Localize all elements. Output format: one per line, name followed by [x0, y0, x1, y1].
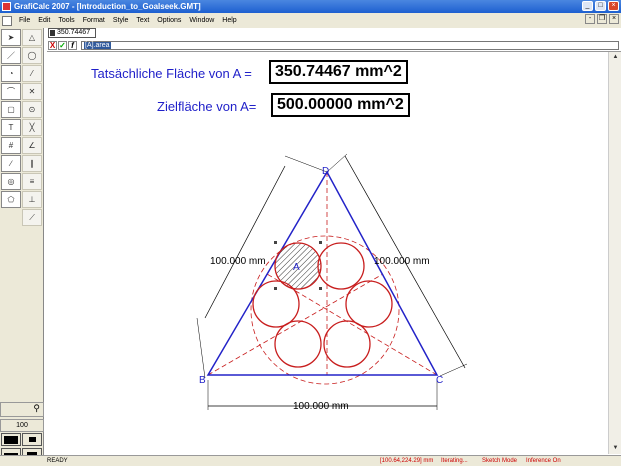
dim-bottom-label[interactable]: 100.000 mm [293, 401, 349, 412]
horizontal-lines-tool[interactable]: ≡ [22, 173, 42, 190]
doc-minimize-button[interactable]: - [585, 14, 595, 24]
edit-row: X ✓ f [A].area [47, 40, 621, 52]
cross-tool[interactable]: ╳ [22, 119, 42, 136]
menu-window[interactable]: Window [185, 17, 218, 24]
status-inference: Inference On [526, 458, 561, 464]
value-display[interactable]: 350.74467 [48, 28, 96, 38]
maximize-button[interactable]: □ [595, 1, 606, 11]
value-display-text: 350.74467 [57, 29, 91, 36]
app-icon [2, 2, 11, 11]
tangent-tool[interactable]: ✕ [22, 83, 42, 100]
menu-bar: File Edit Tools Format Style Text Option… [0, 13, 621, 28]
dim-right-label[interactable]: 100.000 mm [374, 256, 430, 267]
formula-text: [A].area [84, 42, 111, 49]
menu-style[interactable]: Style [109, 17, 133, 24]
parallel-tool[interactable]: ∥ [22, 155, 42, 172]
circle-bottom-right[interactable] [323, 320, 371, 368]
circle-a-label: A [293, 262, 300, 273]
diagonal-tool[interactable]: ∕ [1, 155, 21, 172]
value-icon [50, 30, 55, 36]
vertical-scrollbar[interactable]: ▲ ▼ [608, 52, 621, 454]
menu-help[interactable]: Help [218, 17, 240, 24]
text-tool[interactable]: T [1, 119, 21, 136]
vertex-b-label: B [199, 375, 206, 386]
circle-bottom-left[interactable] [274, 320, 322, 368]
menu-edit[interactable]: Edit [34, 17, 54, 24]
polygon-tool[interactable]: ⬠ [1, 191, 21, 208]
tool-palette: ➤ △ ／ ◯ ◔ ⁄ ⌒ ✕ ▢ ⊙ T ╳ # ∠ ∕ ∥ ◎ ≡ ⬠ ⊥ … [0, 28, 44, 461]
scroll-down-icon[interactable]: ▼ [609, 443, 621, 454]
menu-file[interactable]: File [15, 17, 34, 24]
cancel-x-icon[interactable]: X [48, 41, 57, 50]
scroll-up-icon[interactable]: ▲ [609, 52, 621, 63]
vertex-c-label: C [436, 375, 443, 386]
rounded-rect-tool[interactable]: ▢ [1, 101, 21, 118]
perpendicular-tool[interactable]: ⊥ [22, 191, 42, 208]
status-bar: READY [100.64,224.29] mm Iterating... Sk… [0, 455, 621, 466]
construction-lines [207, 172, 438, 385]
skew-tool[interactable]: ⟋ [22, 209, 42, 226]
line-tool[interactable]: ／ [1, 47, 21, 64]
close-button[interactable]: × [608, 1, 619, 11]
geometry-drawing: D B C A 100.000 mm 100.000 mm 100.000 mm [196, 153, 468, 412]
circle-top-right[interactable] [317, 242, 365, 290]
select-arrow-tool[interactable]: ➤ [1, 29, 21, 46]
menu-tools[interactable]: Tools [54, 17, 78, 24]
zoom-tool[interactable]: ⚲ [0, 402, 44, 417]
doc-close-button[interactable]: × [609, 14, 619, 24]
fill-color-swatch[interactable] [1, 433, 21, 446]
menu-text[interactable]: Text [132, 17, 153, 24]
triangle-outline-tool[interactable]: △ [22, 29, 42, 46]
formula-input[interactable]: [A].area [81, 41, 619, 50]
status-sketch-mode: Sketch Mode [482, 458, 518, 464]
dim-left-label[interactable]: 100.000 mm [210, 256, 266, 267]
menu-format[interactable]: Format [79, 17, 109, 24]
slash-tool[interactable]: ⁄ [22, 65, 42, 82]
circle-tool[interactable]: ◯ [22, 47, 42, 64]
status-ready: READY [47, 458, 68, 464]
circle-center-tool[interactable]: ⊙ [22, 101, 42, 118]
status-coordinates: [100.64,224.29] mm [380, 458, 434, 464]
document-icon[interactable] [2, 15, 12, 26]
menu-options[interactable]: Options [153, 17, 185, 24]
minimize-button[interactable]: _ [582, 1, 593, 11]
doc-restore-button[interactable]: ❐ [597, 14, 607, 24]
curve-tool[interactable]: ⌒ [1, 83, 21, 100]
line-color-swatch[interactable] [22, 433, 42, 446]
circle-mid-right[interactable] [345, 280, 393, 328]
circle-dim-tool[interactable]: ◎ [1, 173, 21, 190]
title-bar: GrafiCalc 2007 - [Introduction_to_Goalse… [0, 0, 621, 13]
angle-tool[interactable]: ∠ [22, 137, 42, 154]
accept-check-icon[interactable]: ✓ [58, 41, 67, 50]
vertex-d-label: D [322, 166, 329, 177]
status-iterating: Iterating... [441, 458, 468, 464]
drawing-canvas[interactable]: Tatsächliche Fläche von A = 350.74467 mm… [45, 52, 608, 454]
function-icon[interactable]: f [68, 41, 77, 50]
hash-tool[interactable]: # [1, 137, 21, 154]
triangle-bdc[interactable] [206, 170, 439, 376]
zoom-level[interactable]: 100 [0, 419, 44, 432]
arc-tool[interactable]: ◔ [1, 65, 21, 82]
window-title: GrafiCalc 2007 - [Introduction_to_Goalse… [14, 2, 201, 11]
